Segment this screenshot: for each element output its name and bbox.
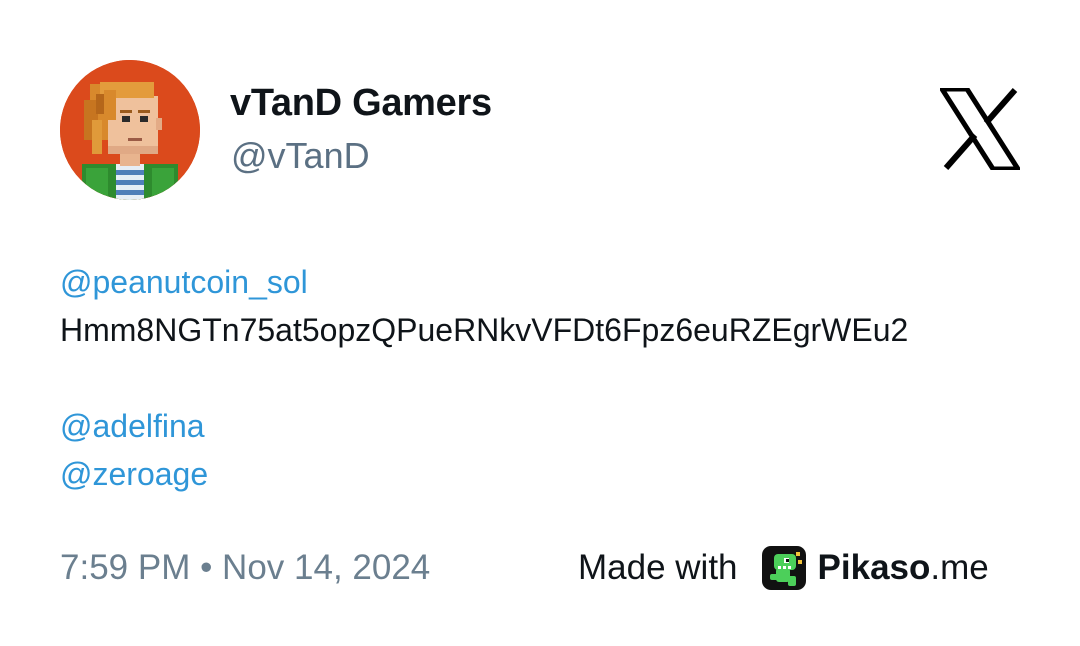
mention-link[interactable]: @peanutcoin_sol xyxy=(60,258,1040,306)
pixel-character-avatar xyxy=(60,60,200,200)
mention-link[interactable]: @zeroage xyxy=(60,450,1040,498)
credit-prefix: Made with xyxy=(578,548,738,587)
author-display-name[interactable]: vTanD Gamers xyxy=(230,80,492,126)
tweet-text-line: Hmm8NGTn75at5opzQPueRNkvVFDt6Fpz6euRZEgr… xyxy=(60,312,909,348)
x-logo-icon[interactable] xyxy=(940,88,1020,170)
author-avatar[interactable] xyxy=(60,60,200,200)
tweet-text: @peanutcoin_sol Hmm8NGTn75at5opzQPueRNkv… xyxy=(60,258,1040,498)
author-handle[interactable]: @vTanD xyxy=(231,134,370,178)
mention-link[interactable]: @adelfina xyxy=(60,402,1040,450)
tweet-timestamp[interactable]: 7:59 PM • Nov 14, 2024 xyxy=(60,546,430,590)
pikaso-brand-name: Pikaso xyxy=(817,548,931,587)
pikaso-brand-tld: .me xyxy=(930,548,989,587)
made-with-credit[interactable]: Made with Pikaso .me xyxy=(578,544,989,592)
pikaso-dino-logo-icon xyxy=(761,546,806,590)
